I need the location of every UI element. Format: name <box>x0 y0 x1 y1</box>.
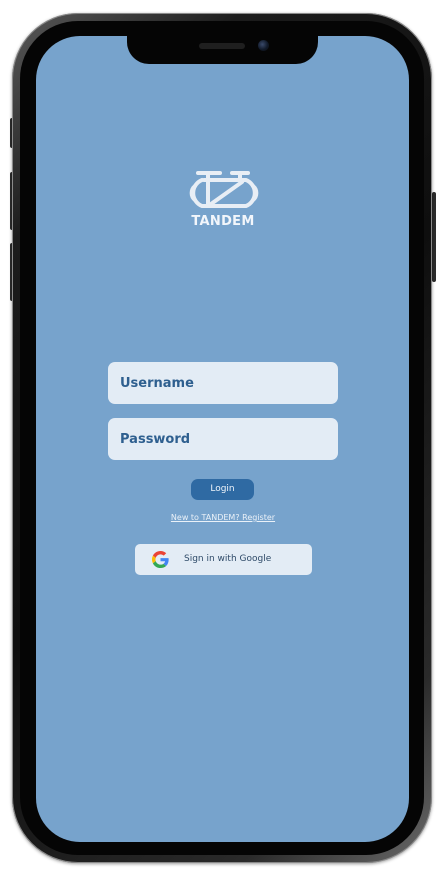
username-input[interactable] <box>108 362 338 404</box>
login-button[interactable]: Login <box>191 479 254 500</box>
register-link[interactable]: New to TANDEM? Register <box>150 513 296 522</box>
google-sign-in-label: Sign in with Google <box>184 554 272 564</box>
password-input[interactable] <box>108 418 338 460</box>
google-sign-in-button[interactable]: Sign in with Google <box>135 544 312 575</box>
power-button <box>432 192 436 282</box>
earpiece-speaker <box>199 43 245 49</box>
tandem-bicycle-icon <box>189 171 259 208</box>
phone-notch <box>127 30 318 64</box>
app-name: TANDEM <box>191 214 255 229</box>
google-icon <box>152 551 169 568</box>
front-camera-icon <box>258 40 269 51</box>
